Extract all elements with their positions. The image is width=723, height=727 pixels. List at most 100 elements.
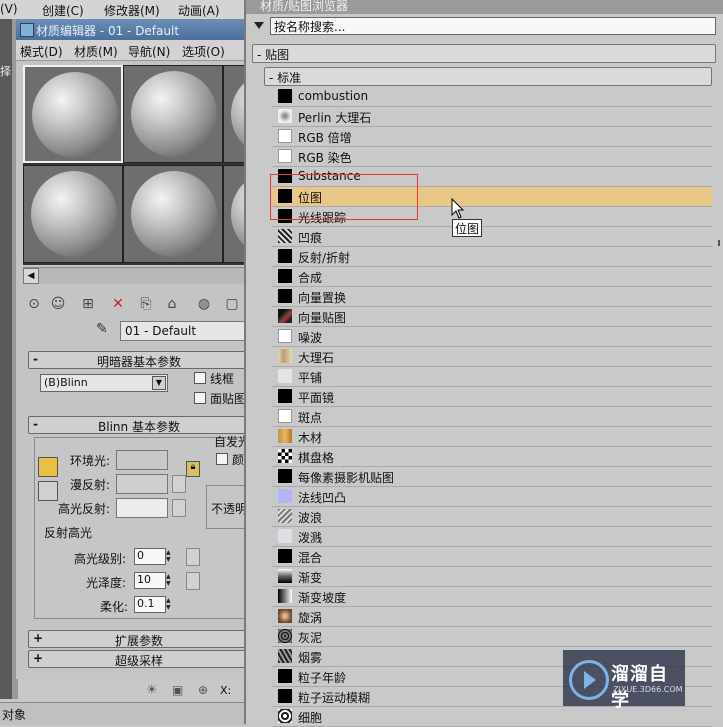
reset-map-icon[interactable]: ✕: [108, 294, 128, 314]
map-list-item-label: 法线凹凸: [298, 491, 347, 505]
transform-mode-icon[interactable]: ⊕: [198, 683, 208, 697]
map-list-item[interactable]: RGB 倍增: [272, 127, 712, 147]
get-material-icon[interactable]: ⊙: [24, 294, 44, 314]
map-list-item[interactable]: 大理石: [272, 347, 712, 367]
maps-group-header[interactable]: - 贴图: [252, 44, 716, 63]
bulb-icon[interactable]: ☀: [146, 683, 158, 698]
map-list-item-label: 每像素摄影机贴图: [298, 471, 395, 485]
menu-mode[interactable]: 模式(D): [20, 43, 63, 60]
lock-ambient-button[interactable]: [38, 457, 58, 477]
material-sphere: [31, 171, 117, 257]
spinner-arrows-icon[interactable]: ▲ ▼: [166, 549, 174, 564]
material-name-field[interactable]: 01 - Default: [120, 321, 250, 341]
menu-modifiers[interactable]: 修改器(M): [104, 2, 160, 19]
material-id-icon[interactable]: ◍: [194, 294, 214, 314]
blinn-rollout-header[interactable]: - Blinn 基本参数: [28, 416, 250, 434]
map-list-item[interactable]: combustion: [272, 87, 712, 107]
map-list-item[interactable]: RGB 染色: [272, 147, 712, 167]
map-list-item[interactable]: 平面镜: [272, 387, 712, 407]
menu-material[interactable]: 材质(M): [74, 43, 118, 60]
menu-animation[interactable]: 动画(A): [178, 2, 220, 19]
map-list-item[interactable]: 噪波: [272, 327, 712, 347]
specular-color-swatch[interactable]: [116, 498, 168, 518]
shader-type-dropdown[interactable]: (B)Blinn ▼: [40, 374, 168, 392]
map-list-item[interactable]: 波浪: [272, 507, 712, 527]
map-list-item-label: 渐变: [298, 571, 323, 585]
search-input[interactable]: 按名称搜索...: [270, 17, 716, 35]
extended-rollout-header[interactable]: + 扩展参数: [28, 630, 250, 648]
map-list-item[interactable]: 泼溅: [272, 527, 712, 547]
map-list-item[interactable]: 棋盘格: [272, 447, 712, 467]
sample-slot-5[interactable]: [123, 165, 223, 263]
map-list-item[interactable]: 每像素摄影机贴图: [272, 467, 712, 487]
sample-slot-4[interactable]: [23, 165, 123, 263]
map-list-item[interactable]: 渐变坡度: [272, 587, 712, 607]
diffuse-map-button[interactable]: [172, 475, 186, 493]
spinner-arrows-icon[interactable]: ▲ ▼: [166, 597, 174, 612]
spinner-arrows-icon[interactable]: ▲ ▼: [166, 573, 174, 588]
supersampling-rollout-header[interactable]: + 超级采样: [28, 650, 250, 668]
menu-navigation[interactable]: 导航(N): [128, 43, 170, 60]
lock-diffuse-button[interactable]: [38, 481, 58, 501]
show-map-icon[interactable]: ▢: [222, 294, 242, 314]
self-illum-color-checkbox[interactable]: [216, 453, 228, 465]
map-thumbnail-icon: [278, 389, 292, 403]
spec-level-map-button[interactable]: [186, 548, 200, 566]
scroll-left-icon[interactable]: ◀: [23, 268, 39, 284]
map-list-item[interactable]: 混合: [272, 547, 712, 567]
spec-level-spinner[interactable]: 0: [134, 548, 166, 565]
menu-create[interactable]: 创建(C): [42, 2, 84, 19]
specular-map-button[interactable]: [172, 499, 186, 517]
put-to-scene-icon[interactable]: ☺: [48, 294, 68, 314]
map-list-item-label: 反射/折射: [298, 251, 351, 265]
map-list-item[interactable]: 法线凹凸: [272, 487, 712, 507]
map-thumbnail-icon: [278, 289, 292, 303]
standard-group-header[interactable]: - 标准: [264, 67, 712, 86]
browser-search-row: 按名称搜索...: [252, 17, 716, 35]
map-thumbnail-icon: [278, 149, 292, 163]
glossiness-map-button[interactable]: [186, 572, 200, 590]
lock-icon[interactable]: 🔒︎: [186, 461, 200, 477]
assign-material-icon[interactable]: ⊞: [78, 294, 98, 314]
map-list-item[interactable]: 合成: [272, 267, 712, 287]
menu-view[interactable]: (V): [0, 2, 18, 16]
map-list-item[interactable]: 凹痕: [272, 227, 712, 247]
map-list-item[interactable]: 向量贴图: [272, 307, 712, 327]
make-copy-icon[interactable]: ⎘: [136, 294, 156, 314]
make-unique-icon[interactable]: ⌂: [162, 294, 182, 314]
map-list-item[interactable]: 斑点: [272, 407, 712, 427]
eyedropper-icon[interactable]: ✎: [96, 321, 114, 339]
map-list-item[interactable]: 渐变: [272, 567, 712, 587]
browser-scrollbar[interactable]: [716, 40, 723, 720]
spec-highlights-label: 反射高光: [44, 526, 93, 540]
map-thumbnail-icon: [278, 509, 292, 523]
soften-spinner[interactable]: 0.1: [134, 596, 166, 613]
diffuse-color-swatch[interactable]: [116, 474, 168, 494]
scroll-grip[interactable]: [718, 240, 720, 246]
map-list-item-label: 粒子运动模糊: [298, 691, 371, 705]
menu-options[interactable]: 选项(O): [182, 43, 225, 60]
slots-scrollbar[interactable]: ◀: [23, 267, 248, 284]
wire-checkbox[interactable]: [194, 372, 206, 384]
browser-titlebar[interactable]: 材质/贴图浏览器: [246, 0, 723, 14]
mouse-cursor-icon: [451, 198, 465, 219]
diffuse-label: 漫反射:: [70, 478, 111, 492]
map-list-item[interactable]: Perlin 大理石: [272, 107, 712, 127]
map-list-item[interactable]: 木材: [272, 427, 712, 447]
map-list-item[interactable]: 平铺: [272, 367, 712, 387]
map-list-item[interactable]: 旋涡: [272, 607, 712, 627]
map-list-item[interactable]: 反射/折射: [272, 247, 712, 267]
shader-rollout-header[interactable]: - 明暗器基本参数: [28, 351, 250, 369]
sample-slot-2[interactable]: [123, 65, 223, 163]
map-list-item-label: 噪波: [298, 331, 323, 345]
material-editor-titlebar[interactable]: 材质编辑器 - 01 - Default: [16, 19, 248, 40]
map-list-item[interactable]: 灰泥: [272, 627, 712, 647]
sample-slot-1[interactable]: [23, 65, 123, 163]
glossiness-spinner[interactable]: 10: [134, 572, 166, 589]
options-menu-icon[interactable]: [254, 22, 264, 29]
lock-selection-icon[interactable]: ▣: [172, 683, 183, 697]
ambient-color-swatch[interactable]: [116, 450, 168, 470]
faceted-checkbox[interactable]: [194, 392, 206, 404]
map-list-item[interactable]: 向量置换: [272, 287, 712, 307]
map-list-item-label: 斑点: [298, 411, 323, 425]
